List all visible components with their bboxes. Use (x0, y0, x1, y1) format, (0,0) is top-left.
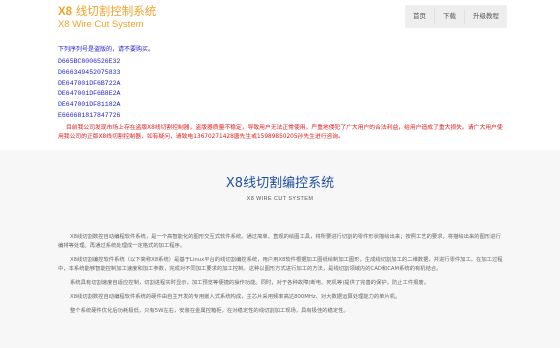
site-header: X8 线切割控制系统 X8 Wire Cut System 首页 下载 升级教程 (0, 0, 560, 35)
intro-paragraph: X8线切割数控自动编程软件系统的硬件由自主开发的专用嵌入式系统构成，主芯片采用频… (70, 294, 401, 300)
site-logo[interactable]: X8 线切割控制系统 X8 Wire Cut System (58, 5, 156, 30)
section-title: X8线切割编控系统 (225, 176, 335, 191)
notice-heading: 下列序列号是盗版的，请不要购买。 (58, 46, 155, 53)
nav-download[interactable]: 下载 (435, 5, 464, 28)
serial-list: D665BC8006526E32 D666349452075833 DE6470… (58, 57, 508, 122)
intro-paragraph: 系统具有切割速度自适应控制，切割进程实时显示，加工预览等便捷的操作功能。同时，对… (70, 280, 430, 286)
serial-item: D665BC8006526E32 (58, 58, 121, 65)
serial-item: DE647001DF6B722A (58, 79, 121, 87)
piracy-notice: 下列序列号是盗版的，请不要购买。 D665BC8006526E32 D66634… (58, 45, 508, 142)
serial-item: DE647001DF81182A (58, 101, 121, 109)
serial-item: DE647001DF6B8E2A (58, 90, 121, 98)
serial-item: D666349452075833 (58, 68, 121, 76)
intro-body: X8线切割数控自动编程软件系统，是一个高智能化的图形交互式软件系统。通过简单、直… (58, 233, 503, 321)
logo-title-text: 线切割控制系统 (75, 4, 157, 18)
intro-paragraph: 整个系统硬件优化后功耗极低，只有5W左右，安装在金属控箱柜，在对稳定性的线切割加… (70, 308, 349, 314)
section-subtitle: X8 WIRE CUT SYSTEM (246, 196, 314, 202)
intro-paragraph: X8线切割编控软件系统（以下简称X8系统）是基于Linux平台的线切割编控系统，… (58, 257, 503, 272)
intro-paragraph: X8线切割数控自动编程软件系统，是一个高智能化的图形交互式软件系统。通过简单、直… (58, 234, 501, 249)
top-nav: 首页 下载 升级教程 (405, 5, 507, 28)
logo-subtitle: X8 Wire Cut System (58, 19, 144, 30)
logo-prefix: X8 (58, 6, 73, 18)
nav-home[interactable]: 首页 (405, 5, 434, 28)
serial-item: E666681817847726 (58, 111, 121, 119)
logo-title: X8 线切割控制系统 (58, 5, 156, 18)
warning-text: 目前我公司发现市场上存在盗版X8线切割控制器，盗版器质量不稳定，导致用户无法正常… (58, 124, 503, 140)
nav-upgrade-tutorial[interactable]: 升级教程 (465, 5, 507, 28)
